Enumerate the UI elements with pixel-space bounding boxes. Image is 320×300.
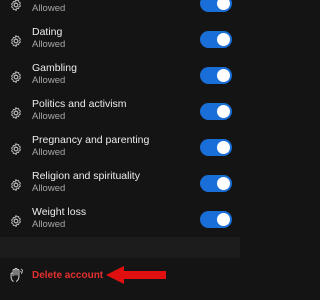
setting-title: Dating — [32, 26, 63, 38]
toggle-knob — [217, 177, 230, 190]
weight-loss-toggle[interactable] — [200, 211, 232, 228]
setting-row-weight-loss[interactable]: Weight loss Allowed — [0, 204, 240, 240]
arrow-left-icon — [106, 266, 166, 284]
setting-title: Religion and spirituality — [32, 170, 140, 182]
setting-title: Weight loss — [32, 206, 87, 218]
setting-status: Allowed — [32, 111, 66, 122]
gambling-toggle[interactable] — [200, 67, 232, 84]
toggle-knob — [217, 105, 230, 118]
gear-icon — [11, 142, 21, 156]
delete-account-label: Delete account — [32, 270, 104, 281]
setting-title: Pregnancy and parenting — [32, 134, 150, 146]
setting-title: Politics and activism — [32, 98, 127, 110]
religion-toggle[interactable] — [200, 175, 232, 192]
setting-title: Gambling — [32, 62, 77, 74]
setting-row[interactable]: Allowed — [0, 0, 240, 24]
setting-status: Allowed — [32, 147, 66, 158]
setting-row-politics[interactable]: Politics and activism Allowed — [0, 96, 240, 132]
setting-status: Allowed — [32, 39, 66, 50]
toggle-knob — [217, 0, 230, 10]
setting-status: Allowed — [32, 183, 66, 194]
setting-status: Allowed — [32, 75, 66, 86]
toggle-knob — [217, 213, 230, 226]
gear-icon — [11, 214, 21, 228]
ad-topics-settings-screen: Allowed Dating Allowed Gambling Allowed … — [0, 0, 240, 300]
setting-row-religion[interactable]: Religion and spirituality Allowed — [0, 168, 240, 204]
setting-row-dating[interactable]: Dating Allowed — [0, 24, 240, 60]
setting-row-pregnancy[interactable]: Pregnancy and parenting Allowed — [0, 132, 240, 168]
dating-toggle[interactable] — [200, 31, 232, 48]
gear-icon — [11, 0, 21, 12]
toggle-knob — [217, 33, 230, 46]
gear-icon — [11, 70, 21, 84]
section-divider — [0, 237, 240, 258]
setting-row-gambling[interactable]: Gambling Allowed — [0, 60, 240, 96]
setting-status: Allowed — [32, 3, 66, 14]
toggle-knob — [217, 141, 230, 154]
setting-toggle[interactable] — [200, 0, 232, 12]
politics-toggle[interactable] — [200, 103, 232, 120]
setting-status: Allowed — [32, 219, 66, 230]
gear-icon — [11, 106, 21, 120]
hand-wave-icon — [10, 267, 23, 282]
gear-icon — [11, 34, 21, 48]
gear-icon — [11, 178, 21, 192]
toggle-knob — [217, 69, 230, 82]
pregnancy-toggle[interactable] — [200, 139, 232, 156]
